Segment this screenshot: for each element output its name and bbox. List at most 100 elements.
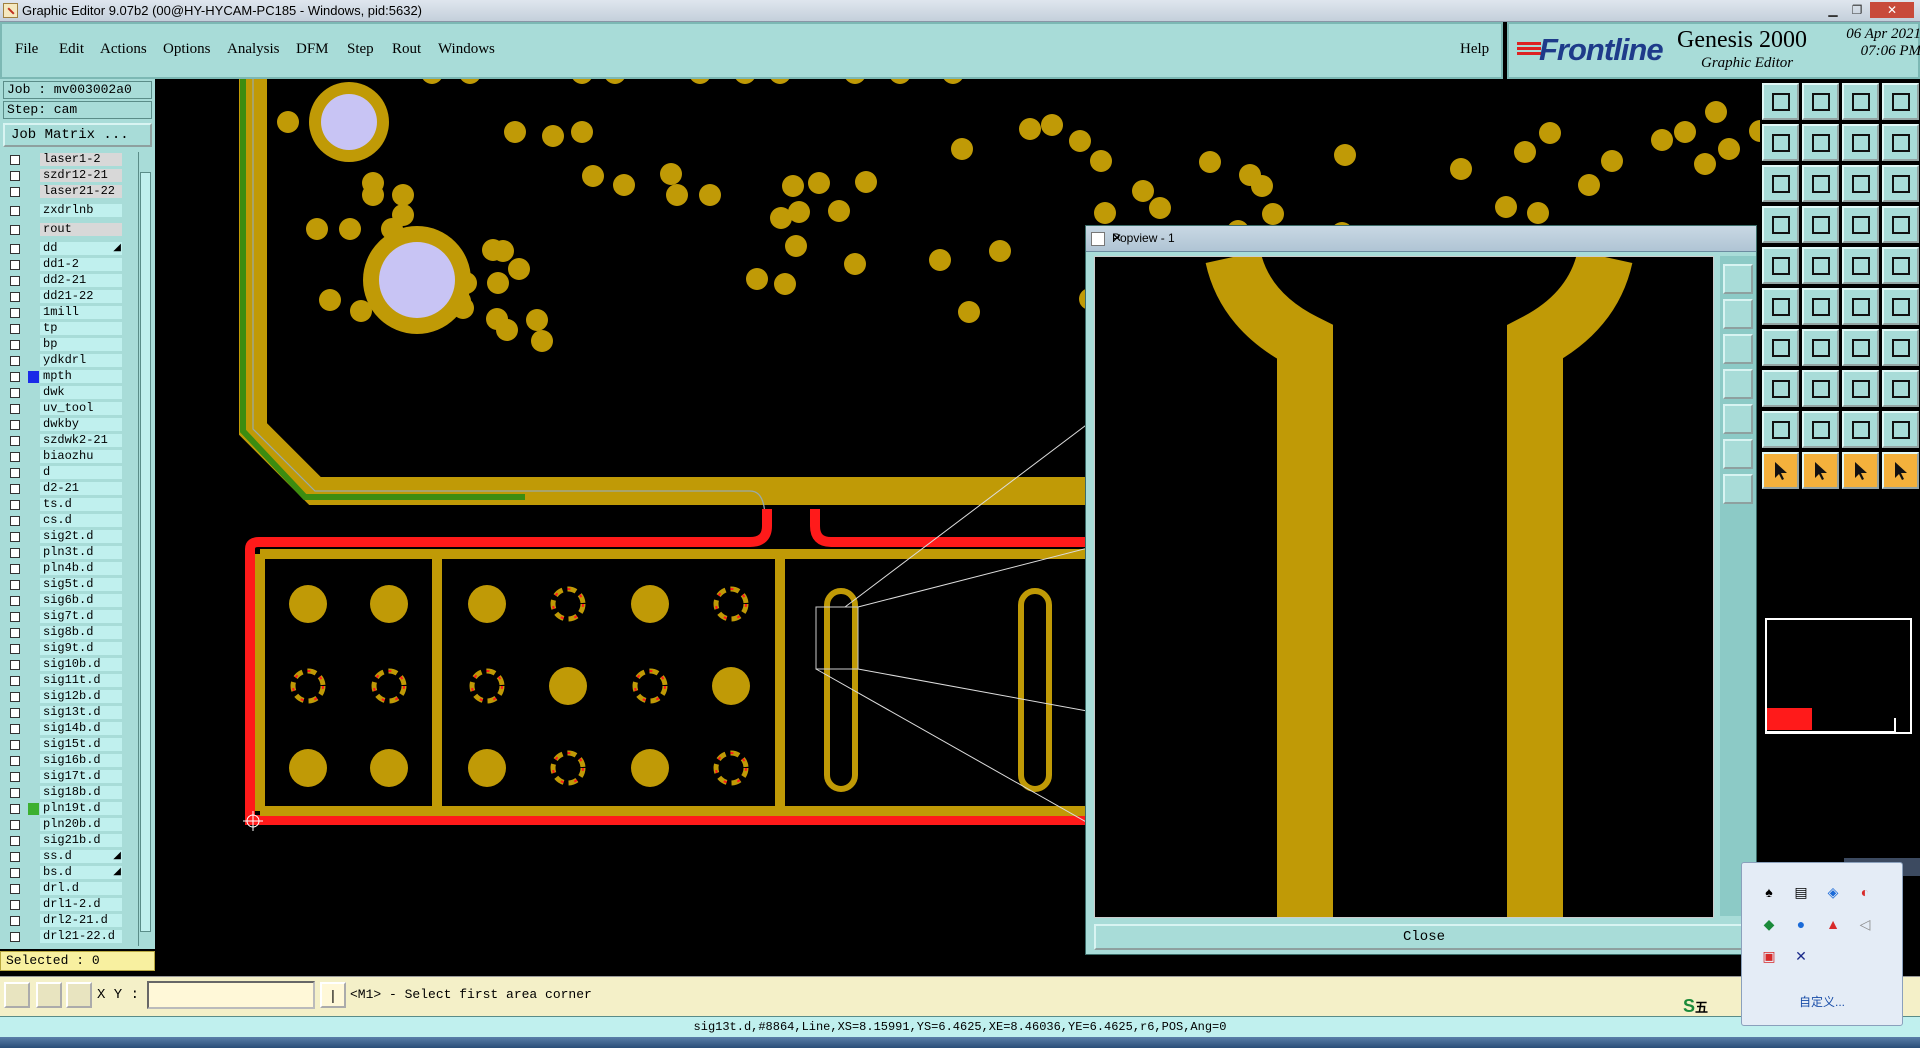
menu-actions[interactable]: Actions [100,41,147,58]
layer-row[interactable]: pln4b.d [3,562,125,576]
layer-row[interactable]: szdwk2-21 [3,434,125,448]
popview-zoom-out-icon[interactable] [1723,334,1753,364]
pointer-icon[interactable] [1762,452,1799,489]
layer-name[interactable]: sig13t.d [40,706,122,719]
layer-checkbox[interactable] [10,660,20,670]
connect-icon[interactable] [1882,288,1919,325]
layer-name[interactable]: sig14b.d [40,722,122,735]
arc-icon[interactable] [1842,329,1879,366]
layer-name[interactable]: sig17t.d [40,770,122,783]
layer-checkbox[interactable] [10,820,20,830]
layer-checkbox[interactable] [10,628,20,638]
layer-row[interactable]: 1mill [3,306,125,320]
layer-name[interactable]: zxdrlnb [40,204,122,217]
layer-checkbox[interactable] [10,276,20,286]
layer-name[interactable]: ts.d [40,498,122,511]
popview-close-button[interactable]: Close [1094,924,1754,950]
layer-name[interactable]: sig21b.d [40,834,122,847]
layer-name[interactable]: szdr12-21 [40,169,122,182]
layer-name[interactable]: sig5t.d [40,578,122,591]
tray-update-icon[interactable]: ◈ [1824,883,1842,901]
pointer-select-icon[interactable] [1842,452,1879,489]
layer-checkbox[interactable] [10,532,20,542]
layer-name[interactable]: mpth [40,370,122,383]
layer-row[interactable]: sig6b.d [3,594,125,608]
layer-row[interactable]: dd1-2 [3,258,125,272]
layer-checkbox[interactable] [10,404,20,414]
layer-row[interactable]: drl2-21.d [3,914,125,928]
layer-name[interactable]: pln4b.d [40,562,122,575]
grid-mode-icon[interactable] [66,982,92,1008]
a-icon[interactable] [1802,411,1839,448]
split-line-icon[interactable] [1882,329,1919,366]
layer-name[interactable]: sig8b.d [40,626,122,639]
help-icon[interactable] [1882,165,1919,202]
popview-pan-left-icon[interactable] [1723,369,1753,399]
menu-options[interactable]: Options [163,41,211,58]
layer-list-scrollbar[interactable] [138,152,152,946]
split-icon[interactable] [1842,124,1879,161]
layer-checkbox[interactable] [10,708,20,718]
layer-row[interactable]: sig9t.d [3,642,125,656]
layer-checkbox[interactable] [10,724,20,734]
menu-edit[interactable]: Edit [59,41,84,58]
home-icon[interactable] [1842,83,1879,120]
layer-row[interactable]: szdr12-21 [3,169,125,183]
layer-row[interactable]: sig8b.d [3,626,125,640]
layer-name[interactable]: dd [40,242,122,255]
layer-checkbox[interactable] [10,244,20,254]
layer-row[interactable]: bp [3,338,125,352]
arch-icon[interactable] [1842,411,1879,448]
layer-row[interactable]: sig12b.d [3,690,125,704]
layer-row[interactable]: drl.d [3,882,125,896]
layer-name[interactable]: 1mill [40,306,122,319]
snap-mode-icon[interactable] [4,982,30,1008]
layer-checkbox[interactable] [10,420,20,430]
snap-icon[interactable] [1842,370,1879,407]
popview-window[interactable]: Popview - 1 ✕ Close [1085,225,1757,955]
layer-checkbox[interactable] [10,788,20,798]
layer-row[interactable]: cs.d [3,514,125,528]
layer-name[interactable]: dwk [40,386,122,399]
layer-row[interactable]: sig10b.d [3,658,125,672]
pointer-path-icon[interactable] [1882,452,1919,489]
layer-name[interactable]: dd2-21 [40,274,122,287]
tray-network-icon[interactable]: ▤ [1792,883,1810,901]
windows-taskbar[interactable] [0,1037,1920,1048]
layer-name[interactable]: dd1-2 [40,258,122,271]
center-icon[interactable] [1802,165,1839,202]
layer-row[interactable]: pln3t.d [3,546,125,560]
layer-name[interactable]: pln19t.d [40,802,122,815]
layer-checkbox[interactable] [10,772,20,782]
layer-name[interactable]: tp [40,322,122,335]
trace-icon[interactable] [1802,370,1839,407]
layer-checkbox[interactable] [10,676,20,686]
layer-name[interactable]: szdwk2-21 [40,434,122,447]
layer-name[interactable]: dd21-22 [40,290,122,303]
layer-name[interactable]: drl21-22.d [40,930,122,943]
layer-checkbox[interactable] [10,884,20,894]
layer-checkbox[interactable] [10,692,20,702]
line-red-icon[interactable] [1762,329,1799,366]
layer-name[interactable]: d [40,466,122,479]
layer-name[interactable]: pln3t.d [40,546,122,559]
select-net-icon[interactable] [1802,247,1839,284]
layer-checkbox[interactable] [10,516,20,526]
save-icon[interactable] [1802,83,1839,120]
layer-checkbox[interactable] [10,206,20,216]
layer-row[interactable]: sig15t.d [3,738,125,752]
popview-zoom-in-icon[interactable] [1723,299,1753,329]
layer-checkbox[interactable] [10,916,20,926]
import-icon[interactable] [1762,124,1799,161]
export-icon[interactable] [1802,124,1839,161]
layer-name[interactable]: dwkby [40,418,122,431]
layer-row[interactable]: laser1-2 [3,153,125,167]
layer-row[interactable]: sig13t.d [3,706,125,720]
layer-row[interactable]: ss.d ◢ [3,850,125,864]
popview-title-bar[interactable]: Popview - 1 ✕ [1086,226,1756,252]
overview-minimap[interactable] [1765,618,1912,734]
layer-checkbox[interactable] [10,804,20,814]
layer-row[interactable]: zxdrlnb [3,204,125,218]
layer-row[interactable]: d [3,466,125,480]
layer-checkbox[interactable] [10,388,20,398]
